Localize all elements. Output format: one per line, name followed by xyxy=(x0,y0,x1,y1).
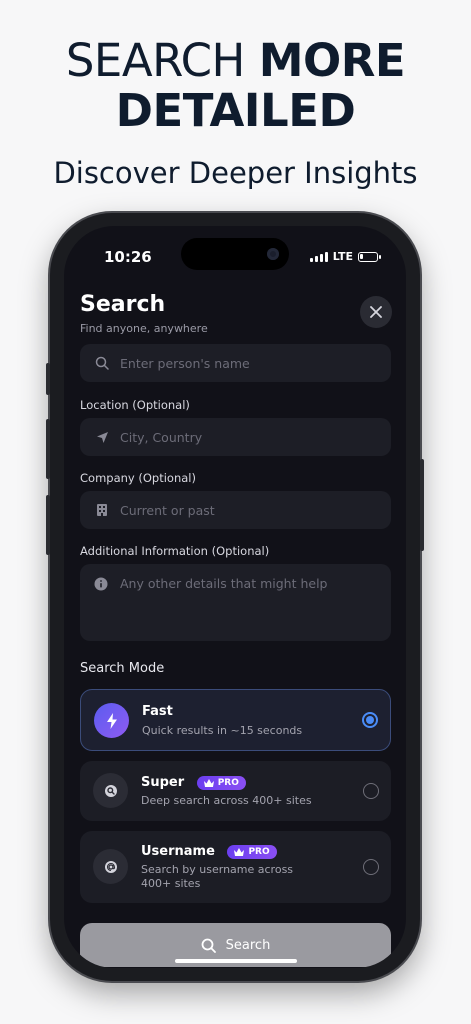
mode-username[interactable]: Username PRO Search by username across 4… xyxy=(80,831,391,903)
crown-icon xyxy=(234,847,245,856)
dynamic-island xyxy=(181,238,289,270)
pro-badge: PRO xyxy=(227,844,277,859)
action-button xyxy=(46,363,50,395)
mode-description: Quick results in ~15 seconds xyxy=(142,724,303,737)
headline-bold: MORE xyxy=(258,34,406,87)
name-placeholder: Enter person's name xyxy=(120,355,250,371)
location-input[interactable]: City, Country xyxy=(80,418,391,456)
mode-fast[interactable]: Fast Quick results in ~15 seconds xyxy=(80,689,391,751)
status-indicators: LTE xyxy=(309,250,381,263)
close-button[interactable] xyxy=(360,296,392,328)
mode-name-row: Super PRO xyxy=(141,775,246,790)
mode-name: Super xyxy=(141,775,185,790)
mode-name: Fast xyxy=(142,704,173,719)
additional-placeholder: Any other details that might help xyxy=(120,576,328,591)
volume-up-button xyxy=(46,419,50,479)
mode-description: Deep search across 400+ sites xyxy=(141,794,312,807)
company-placeholder: Current or past xyxy=(120,502,215,518)
pro-badge: PRO xyxy=(196,775,246,790)
close-icon xyxy=(370,306,382,318)
lightning-icon xyxy=(94,703,129,738)
mode-description: Search by username across 400+ sites xyxy=(141,863,294,890)
mode-name-row: Username PRO xyxy=(141,844,277,859)
camera-icon xyxy=(267,248,279,260)
mode-radio[interactable] xyxy=(363,783,379,799)
power-button xyxy=(420,459,424,551)
info-icon xyxy=(94,576,108,629)
phone-frame: 10:26 LTE Search Find anyone, anywhere E… xyxy=(46,213,424,981)
search-icon xyxy=(201,938,216,953)
page-subtitle: Find anyone, anywhere xyxy=(80,322,208,335)
at-icon xyxy=(93,849,128,884)
company-label: Company (Optional) xyxy=(80,471,196,485)
battery-icon xyxy=(358,251,381,262)
additional-label: Additional Information (Optional) xyxy=(80,544,270,558)
location-placeholder: City, Country xyxy=(120,429,203,445)
phone-screen: 10:26 LTE Search Find anyone, anywhere E… xyxy=(64,226,406,968)
crown-icon xyxy=(203,778,214,787)
search-mode-title: Search Mode xyxy=(80,661,165,676)
pro-label: PRO xyxy=(217,777,239,788)
network-label: LTE xyxy=(332,250,353,263)
location-arrow-icon xyxy=(94,429,110,445)
search-icon xyxy=(94,355,110,371)
signal-icon xyxy=(309,251,328,262)
company-input[interactable]: Current or past xyxy=(80,491,391,529)
headline-light: SEARCH xyxy=(65,34,246,87)
headline: SEARCH MORE DETAILED xyxy=(0,36,471,136)
status-time: 10:26 xyxy=(104,248,152,266)
building-icon xyxy=(94,502,110,518)
page-title: Search xyxy=(80,292,166,317)
pro-label: PRO xyxy=(248,846,270,857)
mode-radio[interactable] xyxy=(363,859,379,875)
headline-line2: DETAILED xyxy=(115,84,356,137)
search-button-label: Search xyxy=(225,937,271,953)
location-label: Location (Optional) xyxy=(80,398,190,412)
search-icon xyxy=(93,773,128,808)
additional-textarea[interactable]: Any other details that might help xyxy=(80,564,391,641)
mode-super[interactable]: Super PRO Deep search across 400+ sites xyxy=(80,761,391,821)
mode-name: Username xyxy=(141,844,215,859)
volume-down-button xyxy=(46,495,50,555)
home-indicator xyxy=(175,959,297,963)
name-input[interactable]: Enter person's name xyxy=(80,344,391,382)
subheadline: Discover Deeper Insights xyxy=(53,156,418,190)
mode-radio-selected[interactable] xyxy=(362,712,378,728)
